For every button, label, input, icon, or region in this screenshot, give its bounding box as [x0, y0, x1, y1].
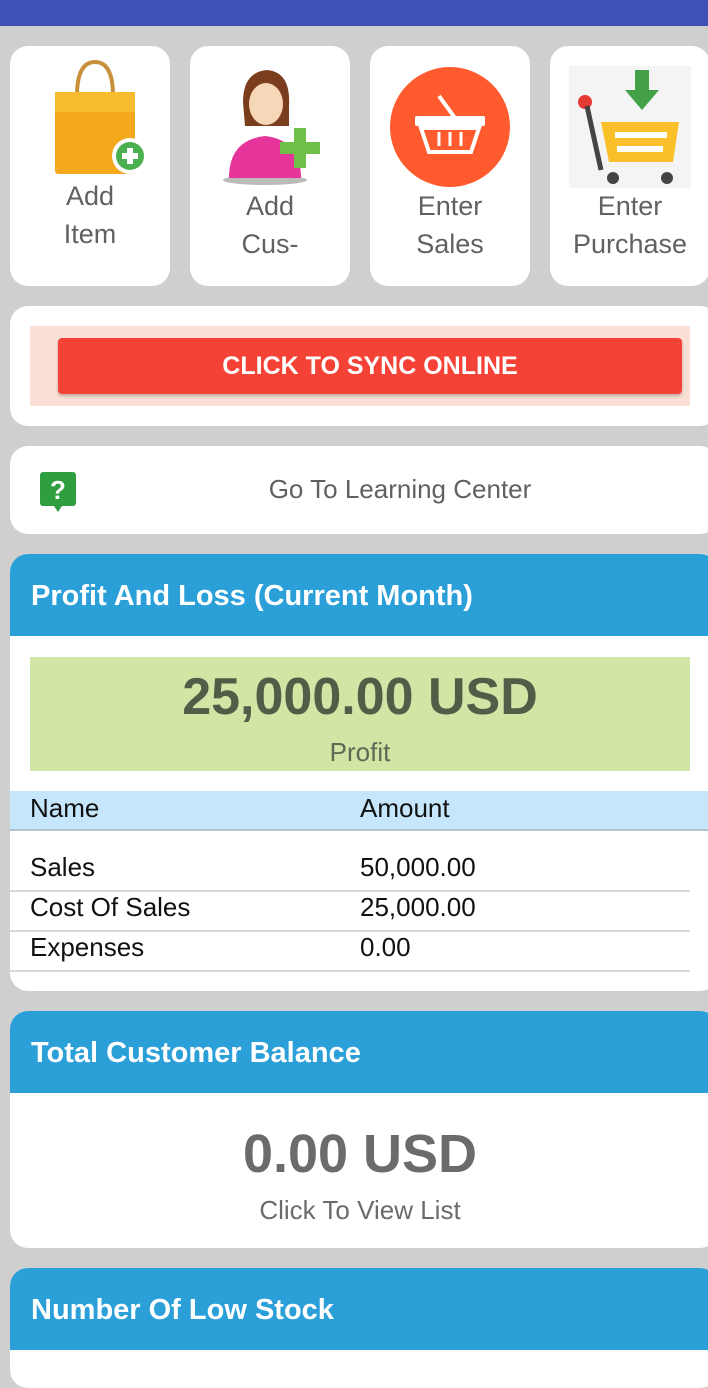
view-list-link[interactable]: Click To View List [10, 1195, 708, 1226]
profit-loss-card[interactable]: Profit And Loss (Current Month) 25,000.0… [10, 554, 708, 991]
sync-banner: CLICK TO SYNC ONLINE [30, 326, 690, 406]
add-customer-label-2: Cus- [241, 229, 299, 259]
enter-sales-label-1: Enter [417, 191, 483, 221]
profit-status: Profit [329, 737, 391, 767]
add-item-label-2: Item [63, 219, 117, 249]
table-row: Expenses 0.00 [10, 930, 690, 972]
sync-card: CLICK TO SYNC ONLINE [10, 306, 708, 426]
low-stock-card[interactable]: Number Of Low Stock [10, 1268, 708, 1388]
table-row: Cost Of Sales 25,000.00 [10, 890, 690, 932]
learning-center-label: Go To Learning Center [268, 474, 532, 504]
add-customer-tile[interactable]: Add Cus- [190, 46, 350, 286]
column-amount-header: Amount [360, 793, 450, 823]
row-amount: 0.00 [360, 932, 411, 962]
add-customer-icon [190, 62, 350, 197]
row-name: Sales [30, 852, 96, 882]
enter-sales-tile[interactable]: Enter Sales [370, 46, 530, 286]
profit-amount: 25,000.00 USD [182, 668, 538, 726]
table-header: Name Amount [10, 791, 708, 831]
learning-center-card[interactable]: ? Go To Learning Center [10, 446, 708, 534]
add-item-tile[interactable]: Add Item [10, 46, 170, 286]
enter-purchase-tile[interactable]: Enter Purchase [550, 46, 708, 286]
profit-summary: 25,000.00 USD Profit [30, 657, 690, 771]
enter-sales-label-2: Sales [416, 229, 484, 259]
shopping-bag-add-icon [10, 56, 170, 191]
profit-loss-title: Profit And Loss (Current Month) [10, 554, 708, 636]
customer-balance-title: Total Customer Balance [10, 1011, 708, 1093]
enter-purchase-label-2: Purchase [572, 229, 688, 259]
basket-icon [370, 66, 530, 198]
cart-download-icon [550, 66, 708, 198]
low-stock-title: Number Of Low Stock [10, 1268, 708, 1350]
row-amount: 25,000.00 [360, 892, 476, 922]
customer-balance-amount: 0.00 USD [242, 1124, 478, 1184]
column-name-header: Name [30, 793, 100, 823]
add-item-label-1: Add [65, 181, 115, 211]
enter-purchase-label-1: Enter [597, 191, 663, 221]
sync-online-button[interactable]: CLICK TO SYNC ONLINE [58, 338, 682, 394]
app-bar [0, 0, 708, 26]
row-amount: 50,000.00 [360, 852, 476, 882]
customer-balance-card[interactable]: Total Customer Balance 0.00 USD Click To… [10, 1011, 708, 1248]
row-name: Cost Of Sales [30, 892, 191, 922]
add-customer-label-1: Add [245, 191, 295, 221]
row-name: Expenses [30, 932, 145, 962]
table-row: Sales 50,000.00 [10, 850, 690, 892]
